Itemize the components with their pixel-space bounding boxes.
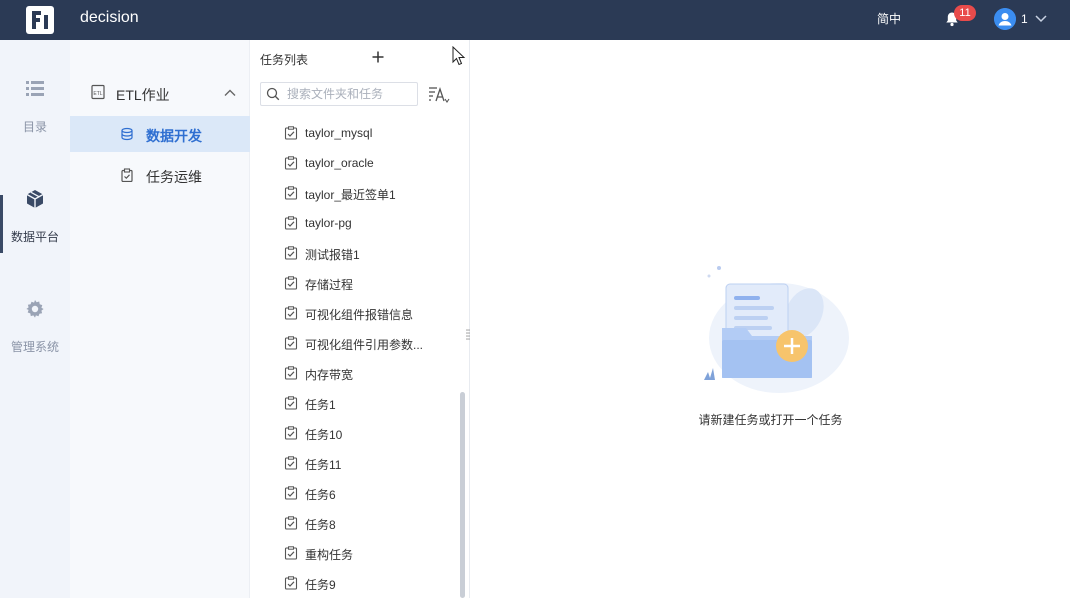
task-list-item[interactable]: 任务6 xyxy=(250,478,462,508)
left-rail: 目录 数据平台 管理系统 xyxy=(0,40,70,598)
app-title: decision xyxy=(80,9,139,26)
task-list-item[interactable]: 可视化组件报错信息 xyxy=(250,298,462,328)
rail-item-management[interactable]: 管理系统 xyxy=(0,298,70,378)
task-list-item[interactable]: 存储过程 xyxy=(250,268,462,298)
task-check-icon xyxy=(284,546,298,560)
list-icon xyxy=(26,81,44,96)
task-search[interactable] xyxy=(260,82,418,106)
task-label: 任务6 xyxy=(305,488,336,502)
nav-item-label: 任务运维 xyxy=(146,169,202,185)
task-label: 任务8 xyxy=(305,518,336,532)
main-area: 请新建任务或打开一个任务 xyxy=(471,40,1070,598)
task-label: 任务1 xyxy=(305,398,336,412)
logo-icon[interactable] xyxy=(25,5,55,35)
task-check-icon xyxy=(284,156,298,170)
task-check-icon xyxy=(284,456,298,470)
task-check-icon xyxy=(284,246,298,260)
rail-item-catalog[interactable]: 目录 xyxy=(0,78,70,158)
svg-text:ETL: ETL xyxy=(93,91,102,97)
task-label: 可视化组件引用参数... xyxy=(305,338,424,352)
task-list-item[interactable]: 测试报错1 xyxy=(250,238,462,268)
chevron-down-icon[interactable] xyxy=(1034,13,1048,25)
rail-item-data-platform[interactable]: 数据平台 xyxy=(0,188,70,268)
task-list-item[interactable]: taylor_oracle xyxy=(250,148,462,178)
task-check-icon xyxy=(284,516,298,530)
task-label: 任务9 xyxy=(305,578,336,592)
task-list-item[interactable]: 可视化组件引用参数... xyxy=(250,328,462,358)
task-list-item[interactable]: taylor-pg xyxy=(250,208,462,238)
nav-item-label: 数据开发 xyxy=(146,128,202,144)
resize-handle-icon[interactable] xyxy=(466,328,470,342)
task-label: taylor_最近签单1 xyxy=(305,188,396,202)
nav-group-label: ETL作业 xyxy=(116,87,170,103)
task-label: taylor-pg xyxy=(305,216,352,230)
task-check-icon xyxy=(284,426,298,440)
task-list-item[interactable]: taylor_最近签单1 xyxy=(250,178,462,208)
task-check-icon xyxy=(284,336,298,350)
task-label: 测试报错1 xyxy=(305,248,360,262)
scrollbar-thumb[interactable] xyxy=(460,392,465,598)
task-label: taylor_oracle xyxy=(305,156,374,170)
task-check-icon xyxy=(284,186,298,200)
plus-icon[interactable] xyxy=(370,49,386,65)
chevron-up-icon[interactable] xyxy=(223,86,237,100)
task-list-item[interactable]: 任务1 xyxy=(250,388,462,418)
rail-label: 管理系统 xyxy=(10,340,59,354)
task-label: taylor_mysql xyxy=(305,126,373,140)
task-check-icon xyxy=(284,396,298,410)
gear-icon xyxy=(26,300,44,318)
database-icon xyxy=(121,127,133,141)
task-check-icon xyxy=(284,576,298,590)
task-list-panel: 任务列表 taylor_mysql taylor_oracle taylor_最近签… xyxy=(250,40,470,598)
task-label: 任务11 xyxy=(305,458,342,472)
language-switch[interactable]: 简中 xyxy=(877,10,901,27)
task-check-icon xyxy=(284,216,298,230)
user-name[interactable]: 1 xyxy=(1021,12,1028,26)
task-list-item[interactable]: 任务11 xyxy=(250,448,462,478)
task-list-item[interactable]: 任务8 xyxy=(250,508,462,538)
clipboard-icon xyxy=(121,168,133,182)
nav-item-task-ops[interactable]: 任务运维 xyxy=(70,157,250,193)
task-label: 重构任务 xyxy=(305,548,354,562)
secondary-nav: ETL ETL作业 数据开发 任务运维 xyxy=(70,40,250,598)
task-label: 可视化组件报错信息 xyxy=(305,308,414,322)
task-list-item[interactable]: 内存带宽 xyxy=(250,358,462,388)
task-label: 存储过程 xyxy=(305,278,354,292)
task-list-title: 任务列表 xyxy=(260,53,309,67)
task-check-icon xyxy=(284,276,298,290)
notification-badge: 11 xyxy=(954,5,976,21)
task-list: taylor_mysql taylor_oracle taylor_最近签单1tay… xyxy=(250,118,462,598)
empty-state-message: 请新建任务或打开一个任务 xyxy=(698,413,843,427)
user-avatar-icon[interactable] xyxy=(994,8,1016,30)
task-list-header: 任务列表 xyxy=(250,40,400,76)
task-list-item[interactable]: 重构任务 xyxy=(250,538,462,568)
rail-label: 目录 xyxy=(22,120,47,134)
mouse-cursor-icon xyxy=(452,46,466,66)
task-check-icon xyxy=(284,486,298,500)
cube-icon xyxy=(26,190,44,208)
task-list-item[interactable]: taylor_mysql xyxy=(250,118,462,148)
nav-item-data-dev[interactable]: 数据开发 xyxy=(70,116,250,152)
task-list-item[interactable]: 任务10 xyxy=(250,418,462,448)
task-label: 任务10 xyxy=(305,428,343,442)
search-icon xyxy=(266,87,280,101)
nav-group-etl[interactable]: ETL ETL作业 xyxy=(70,76,250,110)
task-check-icon xyxy=(284,306,298,320)
search-input[interactable] xyxy=(287,85,415,103)
etl-file-icon: ETL xyxy=(91,84,105,100)
task-check-icon xyxy=(284,126,298,140)
sort-icon[interactable] xyxy=(428,84,450,104)
task-check-icon xyxy=(284,366,298,380)
empty-state-illustration xyxy=(704,266,849,393)
top-bar: decision 简中 11 1 xyxy=(0,0,1070,40)
task-label: 内存带宽 xyxy=(305,368,354,382)
task-list-item[interactable]: 任务9 xyxy=(250,568,462,598)
rail-label: 数据平台 xyxy=(10,230,59,244)
